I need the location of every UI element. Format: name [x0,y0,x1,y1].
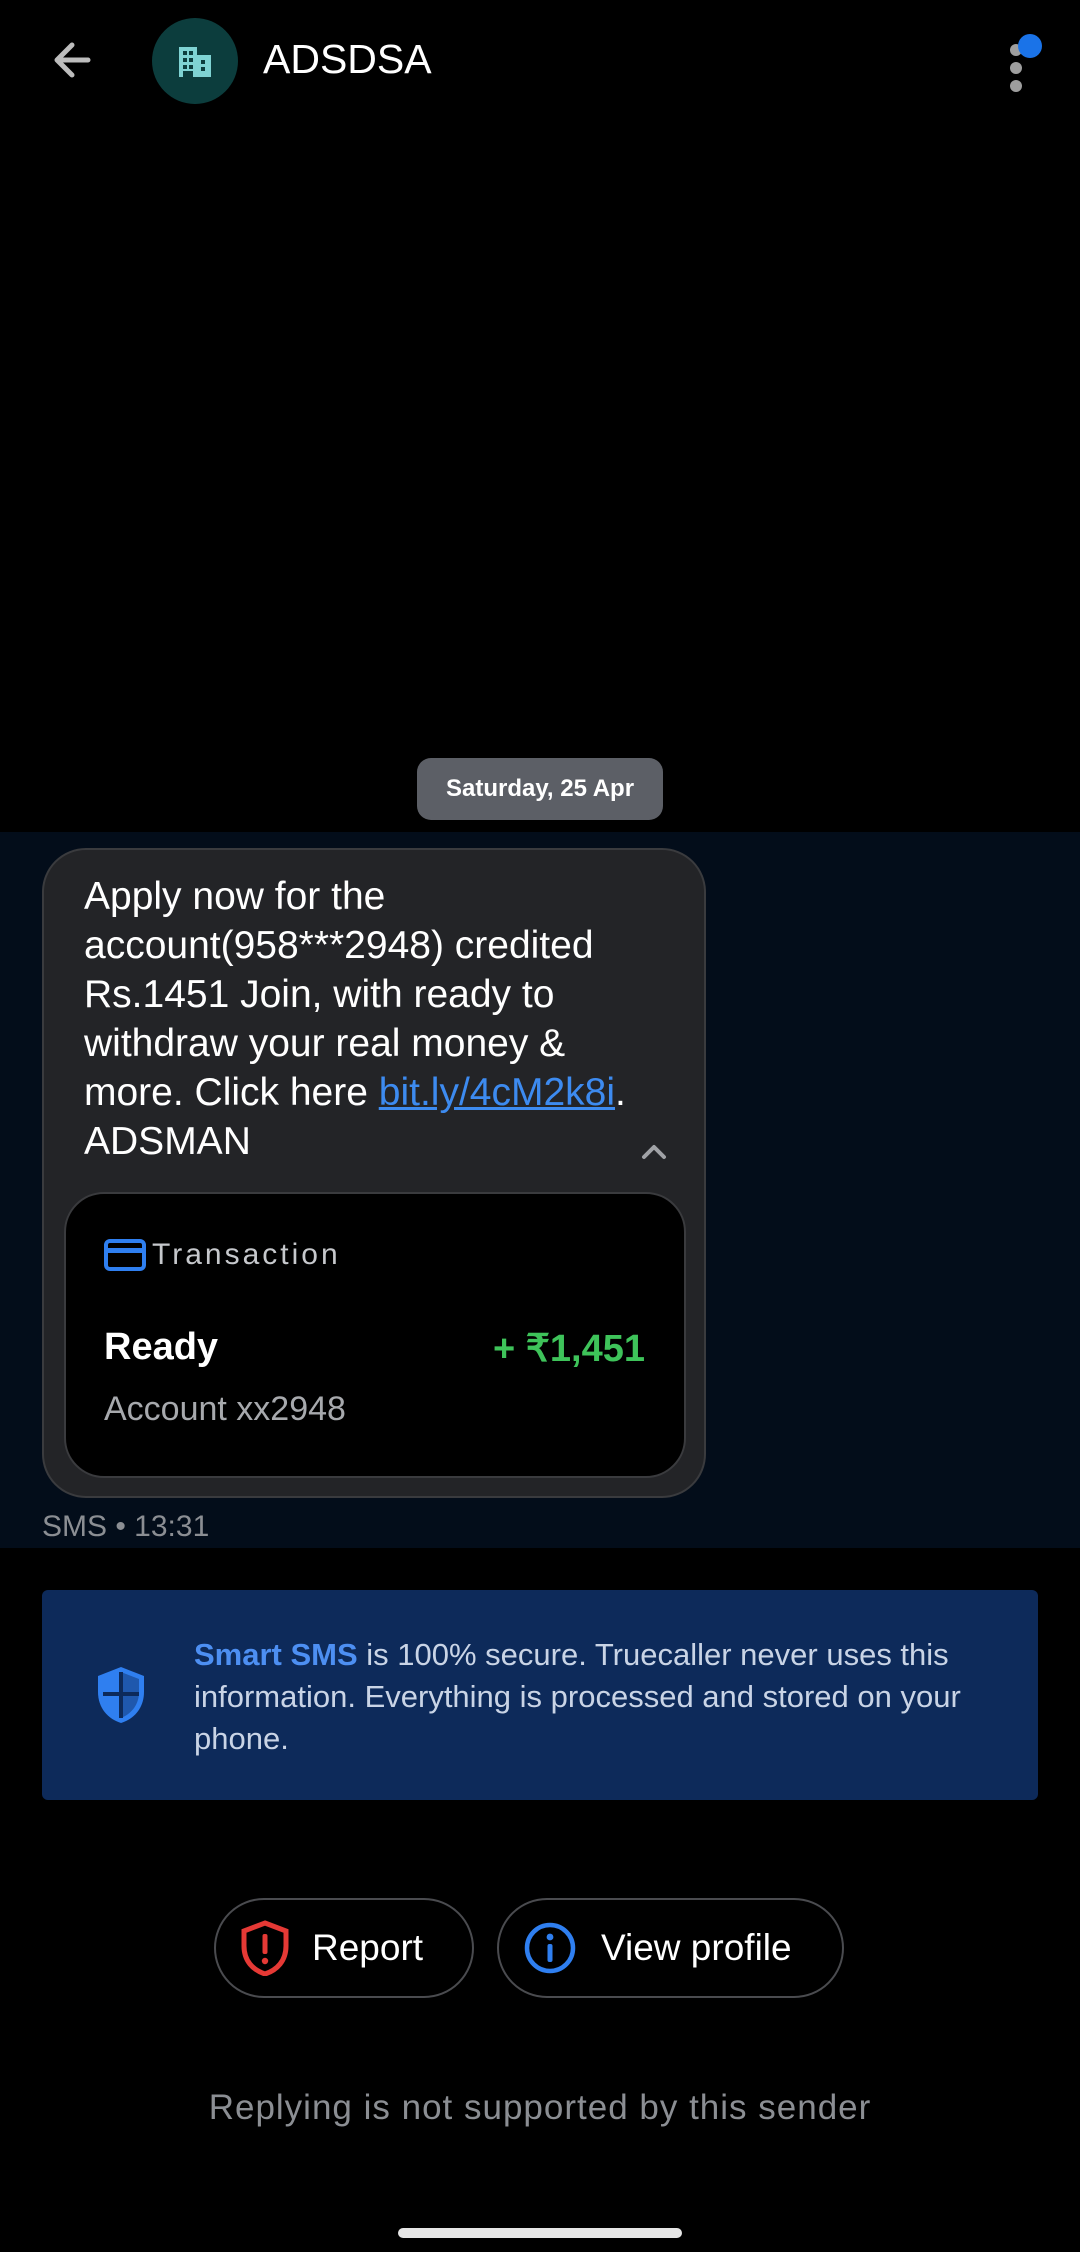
app-header: ADSDSA [0,0,1080,124]
more-vertical-icon [1010,34,1042,92]
report-label: Report [312,1927,424,1968]
view-profile-button[interactable]: View profile [497,1898,844,1998]
more-options-button[interactable] [1000,22,1060,102]
notification-dot [1018,34,1042,58]
message-meta: SMS • 13:31 [42,1510,210,1543]
transaction-amount: + ₹1,451 [492,1328,645,1370]
chevron-up-icon [642,1145,666,1159]
smart-sms-text: Smart SMS is 100% secure. Truecaller nev… [194,1634,1014,1760]
reply-unsupported-note: Replying is not supported by this sender [208,2088,872,2127]
avatar[interactable] [152,18,238,104]
card-icon [104,1238,146,1272]
shield-icon [94,1664,148,1726]
sender-name[interactable]: ADSDSA [263,36,432,83]
message-text: Apply now for the account(958***2948) cr… [84,872,644,1166]
collapse-button[interactable] [632,1130,676,1174]
building-icon [179,47,211,77]
info-icon [524,1922,576,1974]
view-profile-label: View profile [601,1927,792,1968]
arrow-left-icon [54,42,91,78]
message-link[interactable]: bit.ly/4cM2k8i [379,1071,615,1114]
date-chip: Saturday, 25 Apr [417,758,663,820]
transaction-label: Transaction [152,1238,341,1271]
home-indicator[interactable] [398,2228,682,2238]
transaction-status: Ready [104,1326,219,1368]
smart-sms-highlight: Smart SMS [194,1637,358,1672]
back-button[interactable] [44,30,104,90]
report-button[interactable]: Report [214,1898,474,1998]
report-icon [241,1920,289,1976]
transaction-account: Account xx2948 [104,1390,346,1428]
